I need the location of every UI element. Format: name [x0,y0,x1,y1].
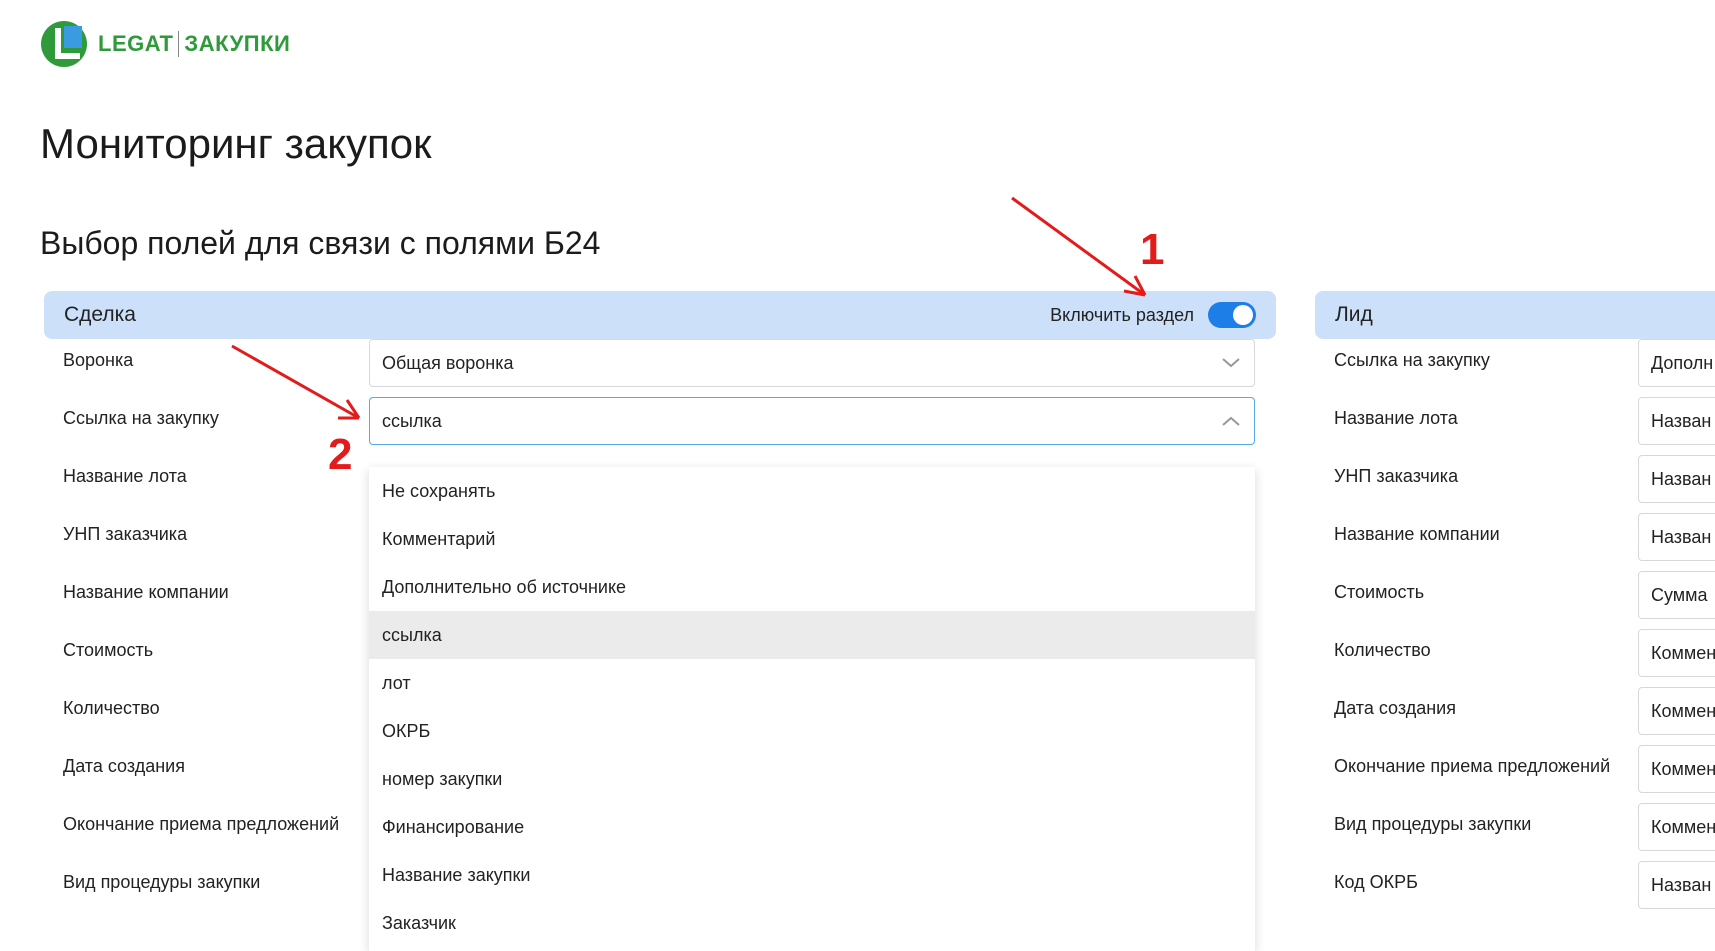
lead-select-value: Назван [1651,468,1712,489]
deal-label-link: Ссылка на закупку [63,408,219,428]
toggle-knob [1233,305,1253,325]
logo-text: LEGAT ЗАКУПКИ [98,31,290,57]
dropdown-option[interactable]: Заказчик [369,899,1255,947]
lead-select-okrb-code[interactable]: Назван [1638,861,1715,909]
arrow-1-icon [1011,196,1147,297]
arrow-2-icon [231,344,361,420]
funnel-select-value: Общая воронка [382,352,514,373]
logo[interactable]: LEGAT ЗАКУПКИ [40,20,290,68]
deal-label-quantity: Количество [63,698,160,718]
chevron-down-icon [1220,352,1242,374]
lead-select-value: Назван [1651,526,1712,547]
deal-panel-title: Сделка [64,303,136,326]
section-title: Выбор полей для связи с полями Б24 [40,225,601,261]
dropdown-option[interactable]: Не сохранять [369,467,1255,515]
logo-product: ЗАКУПКИ [184,31,291,56]
lead-label-offers-deadline: Окончание приема предложений [1334,756,1611,776]
lead-select-value: Дополн [1651,352,1714,373]
funnel-select[interactable]: Общая воронка [369,339,1255,387]
lead-label-created-date: Дата создания [1334,698,1456,718]
dropdown-option[interactable]: Дополнительно об источнике [369,563,1255,611]
dropdown-option[interactable]: Название закупки [369,851,1255,899]
dropdown-option[interactable]: лот [369,659,1255,707]
link-select[interactable]: ссылка [369,397,1255,445]
lead-select-procedure-type[interactable]: Коммен [1638,803,1715,851]
dropdown-option[interactable]: ОКРБ [369,707,1255,755]
lead-label-lot-name: Название лота [1334,408,1458,428]
lead-select-offers-deadline[interactable]: Коммен [1638,745,1715,793]
enable-section-label: Включить раздел [1050,304,1194,325]
lead-label-quantity: Количество [1334,640,1431,660]
lead-select-company-name[interactable]: Назван [1638,513,1715,561]
lead-panel-title: Лид [1335,303,1373,326]
lead-select-lot-name[interactable]: Назван [1638,397,1715,445]
link-select-value: ссылка [382,410,442,431]
logo-separator [178,31,180,57]
lead-select-value: Коммен [1651,816,1715,837]
dropdown-option-selected[interactable]: ссылка [369,611,1255,659]
deal-label-lot-name: Название лота [63,466,187,486]
dropdown-option[interactable]: номер закупки [369,755,1255,803]
deal-label-procedure-type: Вид процедуры закупки [63,872,261,892]
lead-select-customer-unp[interactable]: Назван [1638,455,1715,503]
lead-select-value: Назван [1651,410,1712,431]
logo-brand: LEGAT [98,31,174,56]
deal-label-created-date: Дата создания [63,756,185,776]
enable-section-toggle[interactable] [1208,302,1256,328]
lead-panel-header: Лид [1315,291,1715,339]
lead-select-value: Коммен [1651,642,1715,663]
deal-label-funnel: Воронка [63,350,134,370]
chevron-up-icon [1220,410,1242,432]
lead-select-value: Сумма [1651,584,1708,605]
deal-label-company-name: Название компании [63,582,229,602]
deal-label-customer-unp: УНП заказчика [63,524,188,544]
annotation-2: 2 [328,430,353,479]
dropdown-option[interactable]: Финансирование [369,803,1255,851]
logo-mark-icon [40,20,88,68]
lead-select-cost[interactable]: Сумма [1638,571,1715,619]
lead-label-procedure-type: Вид процедуры закупки [1334,814,1532,834]
lead-label-company-name: Название компании [1334,524,1500,544]
dropdown-option[interactable]: Комментарий [369,515,1255,563]
lead-select-quantity[interactable]: Коммен [1638,629,1715,677]
lead-select-created-date[interactable]: Коммен [1638,687,1715,735]
link-select-dropdown: Не сохранять Комментарий Дополнительно о… [369,467,1255,951]
lead-select-value: Коммен [1651,758,1715,779]
lead-select-value: Коммен [1651,700,1715,721]
lead-label-link: Ссылка на закупку [1334,350,1490,370]
page-title: Мониторинг закупок [40,120,432,167]
lead-label-okrb-code: Код ОКРБ [1334,872,1418,892]
deal-label-offers-deadline: Окончание приема предложений [63,814,340,834]
lead-label-cost: Стоимость [1334,582,1425,602]
lead-select-link[interactable]: Дополн [1638,339,1715,387]
lead-select-value: Назван [1651,874,1712,895]
annotation-1: 1 [1140,225,1165,274]
deal-panel-header: Сделка Включить раздел [44,291,1276,339]
enable-section-control: Включить раздел [1050,302,1256,328]
lead-label-customer-unp: УНП заказчика [1334,466,1459,486]
deal-label-cost: Стоимость [63,640,154,660]
